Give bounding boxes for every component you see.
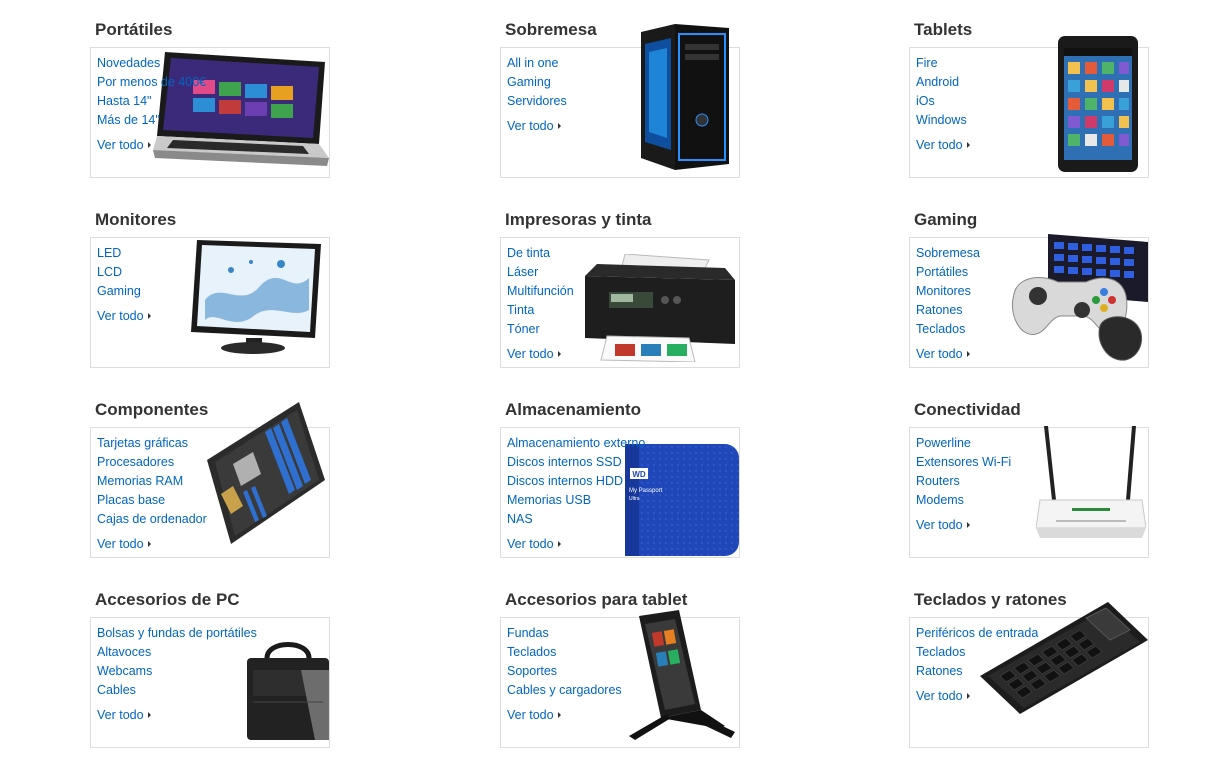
link-teclados[interactable]: Teclados [916,320,980,339]
ver-todo-link[interactable]: Ver todo [916,345,980,364]
link-routers[interactable]: Routers [916,472,1011,491]
link-android[interactable]: Android [916,73,970,92]
link-cajas-ordenador[interactable]: Cajas de ordenador [97,510,207,529]
link-ssd[interactable]: Discos internos SSD [507,453,645,472]
link-extensores-wifi[interactable]: Extensores Wi-Fi [916,453,1011,472]
ver-todo-link[interactable]: Ver todo [97,535,207,554]
category-box: Novedades Por menos de 400€ Hasta 14" Má… [90,47,330,178]
link-webcams[interactable]: Webcams [97,662,257,681]
category-title: Almacenamiento [505,400,642,419]
tablet-stand-icon[interactable] [623,610,739,746]
link-sobremesa[interactable]: Sobremesa [916,244,980,263]
link-toner[interactable]: Tóner [507,320,574,339]
link-almacenamiento-externo[interactable]: Almacenamiento externo [507,434,645,453]
link-servidores[interactable]: Servidores [507,92,567,111]
ver-todo-link[interactable]: Ver todo [916,687,1038,706]
link-monitores[interactable]: Monitores [916,282,980,301]
link-altavoces[interactable]: Altavoces [97,643,257,662]
link-nas[interactable]: NAS [507,510,645,529]
gamepad-keyboard-icon[interactable] [1008,234,1148,366]
link-perifericos-entrada[interactable]: Periféricos de entrada [916,624,1038,643]
link-teclados[interactable]: Teclados [916,643,1038,662]
link-lcd[interactable]: LCD [97,263,151,282]
link-memorias-usb[interactable]: Memorias USB [507,491,645,510]
link-hasta-14[interactable]: Hasta 14" [97,92,206,111]
category-box: Powerline Extensores Wi-Fi Routers Modem… [909,426,1149,558]
link-hdd[interactable]: Discos internos HDD [507,472,645,491]
ver-todo-link[interactable]: Ver todo [507,117,567,136]
link-por-menos-400[interactable]: Por menos de 400€ [97,73,206,92]
category-title: Componentes [95,400,209,419]
category-box: All in one Gaming Servidores Ver todo [500,24,740,178]
link-novedades[interactable]: Novedades [97,54,206,73]
category-title: Impresoras y tinta [505,210,652,229]
category-box: WD My Passport Ultra Almacenamiento exte… [500,427,740,558]
router-icon[interactable] [1036,426,1146,546]
printer-icon[interactable] [585,254,735,362]
ver-todo-link[interactable]: Ver todo [97,706,257,725]
category-box: De tinta Láser Multifunción Tinta Tóner … [500,237,740,368]
link-modems[interactable]: Modems [916,491,1011,510]
category-title: Tablets [914,20,973,39]
link-laser[interactable]: Láser [507,263,574,282]
link-placas-base[interactable]: Placas base [97,491,207,510]
category-title: Accesorios de PC [95,590,240,609]
link-bolsas-fundas[interactable]: Bolsas y fundas de portátiles [97,624,257,643]
category-title: Sobremesa [505,20,597,39]
link-tarjetas-graficas[interactable]: Tarjetas gráficas [97,434,207,453]
ver-todo-link[interactable]: Ver todo [916,136,970,155]
category-box: Tarjetas gráficas Procesadores Memorias … [90,402,330,558]
link-memorias-ram[interactable]: Memorias RAM [97,472,207,491]
link-cables[interactable]: Cables [97,681,257,700]
ver-todo-link[interactable]: Ver todo [507,345,574,364]
tablet-icon[interactable] [1058,36,1138,172]
laptop-bag-icon[interactable] [245,640,331,740]
category-box: Bolsas y fundas de portátiles Altavoces … [90,617,330,748]
link-led[interactable]: LED [97,244,151,263]
link-soportes[interactable]: Soportes [507,662,622,681]
category-box: Fundas Teclados Soportes Cables y cargad… [500,610,740,748]
category-box: LED LCD Gaming Ver todo [90,237,330,368]
link-powerline[interactable]: Powerline [916,434,1011,453]
ver-todo-link[interactable]: Ver todo [916,516,1011,535]
ver-todo-link[interactable]: Ver todo [507,706,622,725]
link-fire[interactable]: Fire [916,54,970,73]
link-ratones[interactable]: Ratones [916,301,980,320]
category-title: Monitores [95,210,177,229]
category-title: Conectividad [914,400,1021,419]
category-title: Portátiles [95,20,173,39]
category-box: Periféricos de entrada Teclados Ratones … [909,602,1149,748]
motherboard-icon[interactable] [203,402,327,544]
link-ios[interactable]: iOs [916,92,970,111]
link-procesadores[interactable]: Procesadores [97,453,207,472]
link-de-tinta[interactable]: De tinta [507,244,574,263]
ver-todo-link[interactable]: Ver todo [97,307,151,326]
link-multifuncion[interactable]: Multifunción [507,282,574,301]
category-box: Sobremesa Portátiles Monitores Ratones T… [909,234,1149,368]
category-title: Accesorios para tablet [505,590,688,609]
link-teclados[interactable]: Teclados [507,643,622,662]
link-ratones[interactable]: Ratones [916,662,1038,681]
category-box: Fire Android iOs Windows Ver todo [909,36,1149,178]
link-tinta[interactable]: Tinta [507,301,574,320]
monitor-icon[interactable] [191,240,321,356]
link-fundas[interactable]: Fundas [507,624,622,643]
link-all-in-one[interactable]: All in one [507,54,567,73]
desktop-tower-icon[interactable] [637,24,729,170]
link-gaming[interactable]: Gaming [507,73,567,92]
ver-todo-link[interactable]: Ver todo [507,535,645,554]
link-mas-14[interactable]: Más de 14" [97,111,206,130]
link-portatiles[interactable]: Portátiles [916,263,980,282]
category-title: Gaming [914,210,978,229]
ver-todo-link[interactable]: Ver todo [97,136,206,155]
link-cables-cargadores[interactable]: Cables y cargadores [507,681,622,700]
link-gaming[interactable]: Gaming [97,282,151,301]
link-windows[interactable]: Windows [916,111,970,130]
